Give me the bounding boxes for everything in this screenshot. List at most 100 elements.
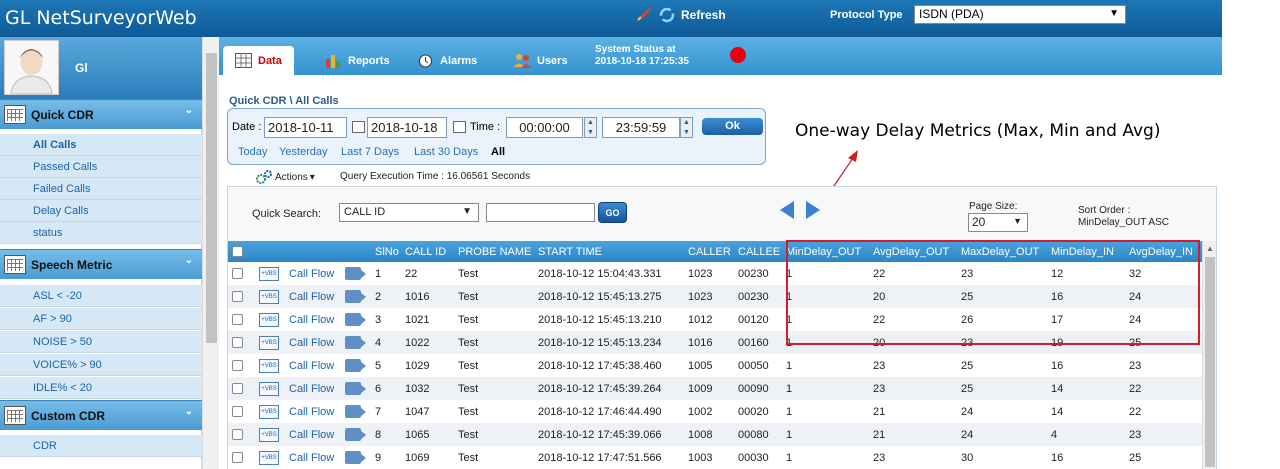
export-arrow-icon[interactable]: [345, 405, 366, 418]
vbs-icon[interactable]: +VBS: [259, 312, 279, 327]
call-flow-cell[interactable]: Call Flow: [285, 446, 341, 469]
export-arrow-icon[interactable]: [345, 290, 366, 303]
vbs-icon[interactable]: +VBS: [259, 427, 279, 442]
vbs-cell[interactable]: +VBS: [255, 262, 285, 285]
sidebar-item-af[interactable]: AF > 90: [0, 308, 202, 330]
link-yesterday[interactable]: Yesterday: [279, 146, 328, 158]
vbs-cell[interactable]: +VBS: [255, 308, 285, 331]
row-checkbox[interactable]: [232, 429, 243, 441]
vbs-icon[interactable]: +VBS: [259, 404, 279, 419]
row-select-cell[interactable]: [228, 400, 255, 423]
table-scrollbar[interactable]: ▲: [1202, 241, 1216, 469]
export-cell[interactable]: [341, 331, 371, 354]
prev-page-icon[interactable]: [780, 201, 794, 219]
vbs-icon[interactable]: +VBS: [259, 266, 279, 281]
column-header-start-time[interactable]: START TIME: [534, 241, 684, 262]
calendar-icon[interactable]: [453, 121, 466, 133]
table-row[interactable]: +VBS Call Flow 5 1029 Test 2018-10-12 17:45:3…: [228, 354, 1202, 377]
table-row[interactable]: +VBS Call Flow 9 1069 Test 2018-10-12 17:47:5…: [228, 446, 1202, 469]
link-all[interactable]: All: [491, 146, 505, 158]
row-select-cell[interactable]: [228, 377, 255, 400]
column-header-probe-name[interactable]: PROBE NAME: [454, 241, 534, 262]
row-select-cell[interactable]: [228, 331, 255, 354]
export-cell[interactable]: [341, 262, 371, 285]
vbs-cell[interactable]: +VBS: [255, 446, 285, 469]
call-flow-link[interactable]: Call Flow: [289, 383, 334, 395]
row-checkbox[interactable]: [232, 291, 243, 303]
vbs-icon[interactable]: +VBS: [259, 289, 279, 304]
call-flow-cell[interactable]: Call Flow: [285, 377, 341, 400]
row-checkbox[interactable]: [232, 268, 243, 280]
tab-reports[interactable]: Reports: [325, 46, 390, 75]
row-checkbox[interactable]: [232, 337, 243, 349]
vbs-cell[interactable]: +VBS: [255, 331, 285, 354]
sidebar-item-status[interactable]: status: [0, 222, 202, 244]
export-cell[interactable]: [341, 285, 371, 308]
go-button[interactable]: GO: [598, 202, 627, 223]
call-flow-cell[interactable]: Call Flow: [285, 423, 341, 446]
tab-users[interactable]: Users: [514, 46, 568, 75]
export-arrow-icon[interactable]: [345, 428, 366, 441]
quick-search-input[interactable]: [486, 203, 595, 222]
sidebar-scrollbar[interactable]: [202, 37, 219, 469]
sidebar-item-delay-calls[interactable]: Delay Calls: [0, 200, 202, 222]
call-flow-link[interactable]: Call Flow: [289, 291, 334, 303]
column-header-callee[interactable]: CALLEE: [734, 241, 782, 262]
call-flow-cell[interactable]: Call Flow: [285, 262, 341, 285]
quick-search-field-select[interactable]: CALL ID ▼: [339, 203, 479, 222]
date-to-input[interactable]: 2018-10-18: [367, 117, 447, 138]
tab-alarms[interactable]: Alarms: [417, 46, 477, 75]
table-row[interactable]: +VBS Call Flow 6 1032 Test 2018-10-12 17:45:3…: [228, 377, 1202, 400]
row-select-cell[interactable]: [228, 423, 255, 446]
export-arrow-icon[interactable]: [345, 451, 366, 464]
export-cell[interactable]: [341, 423, 371, 446]
section-custom-cdr[interactable]: Custom CDR ⌄: [0, 400, 202, 430]
sidebar-item-asl[interactable]: ASL < -20: [0, 285, 202, 307]
call-flow-cell[interactable]: Call Flow: [285, 400, 341, 423]
link-last-7-days[interactable]: Last 7 Days: [341, 146, 399, 158]
date-from-input[interactable]: 2018-10-11: [264, 117, 347, 138]
call-flow-link[interactable]: Call Flow: [289, 360, 334, 372]
row-select-cell[interactable]: [228, 446, 255, 469]
vbs-cell[interactable]: +VBS: [255, 400, 285, 423]
section-speech-metric[interactable]: Speech Metric ⌄: [0, 249, 202, 279]
actions-menu[interactable]: Actions ▾: [255, 169, 315, 185]
export-arrow-icon[interactable]: [345, 336, 366, 349]
ok-button[interactable]: Ok: [702, 118, 763, 135]
call-flow-link[interactable]: Call Flow: [289, 429, 334, 441]
sidebar-item-failed-calls[interactable]: Failed Calls: [0, 178, 202, 200]
sidebar-item-cdr[interactable]: CDR: [0, 435, 202, 457]
call-flow-cell[interactable]: Call Flow: [285, 308, 341, 331]
export-arrow-icon[interactable]: [345, 267, 366, 280]
link-last-30-days[interactable]: Last 30 Days: [414, 146, 478, 158]
vbs-icon[interactable]: +VBS: [259, 381, 279, 396]
vbs-icon[interactable]: +VBS: [259, 335, 279, 350]
vbs-cell[interactable]: +VBS: [255, 377, 285, 400]
export-cell[interactable]: [341, 377, 371, 400]
row-select-cell[interactable]: [228, 308, 255, 331]
call-flow-link[interactable]: Call Flow: [289, 314, 334, 326]
row-checkbox[interactable]: [232, 406, 243, 418]
sidebar-item-all-calls[interactable]: All Calls: [0, 134, 202, 156]
call-flow-link[interactable]: Call Flow: [289, 406, 334, 418]
table-row[interactable]: +VBS Call Flow 7 1047 Test 2018-10-12 17:46:4…: [228, 400, 1202, 423]
row-checkbox[interactable]: [232, 383, 243, 395]
call-flow-cell[interactable]: Call Flow: [285, 354, 341, 377]
row-select-cell[interactable]: [228, 262, 255, 285]
refresh-button[interactable]: Refresh: [635, 6, 726, 24]
vbs-cell[interactable]: +VBS: [255, 285, 285, 308]
call-flow-link[interactable]: Call Flow: [289, 268, 334, 280]
row-select-cell[interactable]: [228, 354, 255, 377]
sidebar-item-noise[interactable]: NOISE > 50: [0, 331, 202, 353]
protocol-type-select[interactable]: ISDN (PDA) ▼: [914, 5, 1126, 24]
export-arrow-icon[interactable]: [345, 313, 366, 326]
vbs-cell[interactable]: +VBS: [255, 423, 285, 446]
column-header-call-id[interactable]: CALL ID: [401, 241, 454, 262]
column-header-slno[interactable]: SlNo: [371, 241, 401, 262]
export-cell[interactable]: [341, 446, 371, 469]
scroll-up-icon[interactable]: ▲: [1206, 244, 1214, 253]
sidebar-item-idle[interactable]: IDLE% < 20: [0, 377, 202, 399]
call-flow-link[interactable]: Call Flow: [289, 337, 334, 349]
row-select-cell[interactable]: [228, 285, 255, 308]
export-cell[interactable]: [341, 308, 371, 331]
